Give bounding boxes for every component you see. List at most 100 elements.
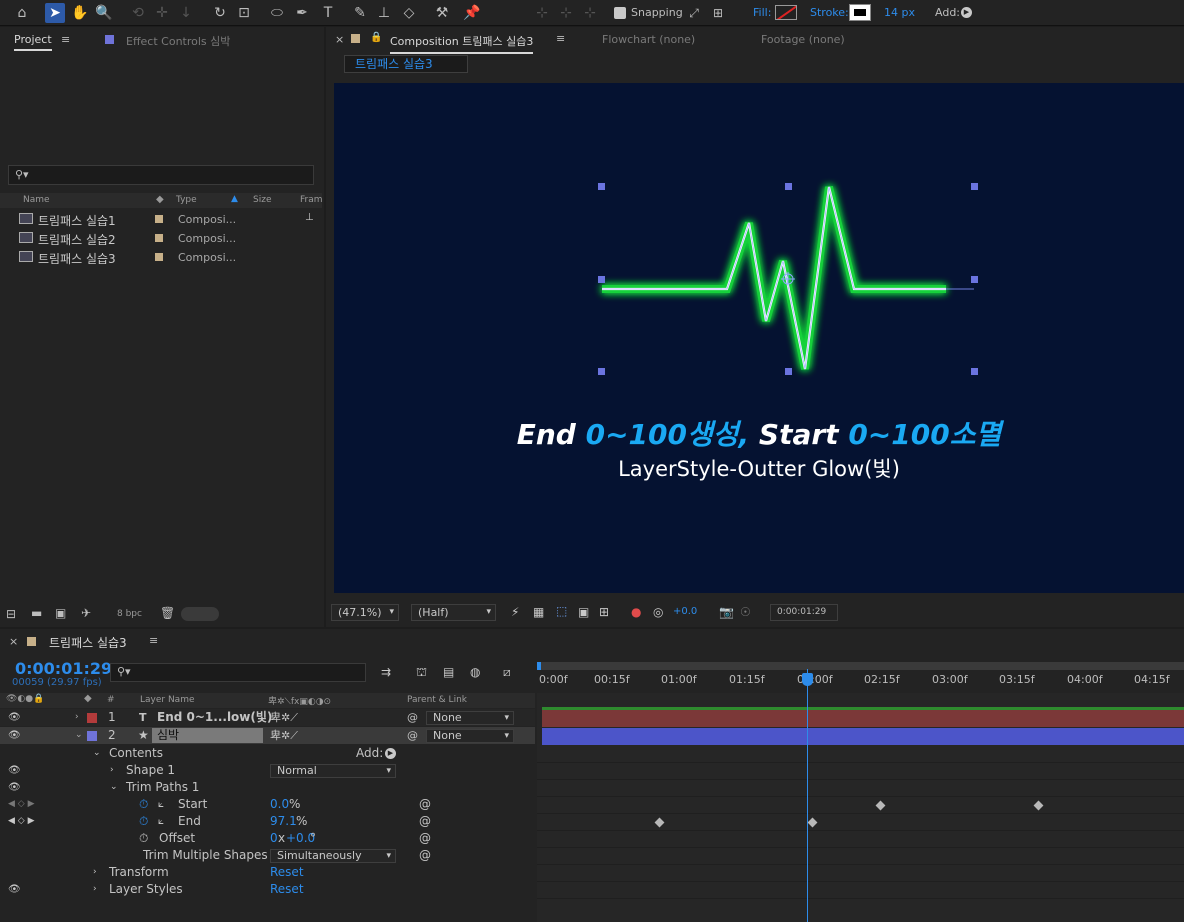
trash-icon[interactable]: 🗑 (160, 606, 175, 620)
column-parent[interactable]: Parent & Link (407, 695, 467, 705)
chevron-right-icon[interactable]: › (93, 864, 97, 881)
eye-icon[interactable]: 👁 (8, 779, 21, 796)
pan-behind-icon[interactable]: ⊡ (234, 3, 254, 23)
stopwatch-icon[interactable]: ⏱ (139, 830, 148, 847)
timecode-display[interactable]: 0:00:01:29 (770, 604, 838, 621)
shy-layers-icon[interactable]: ⛫ (416, 665, 427, 681)
add-menu-icon[interactable]: ▶ (385, 748, 396, 759)
tab-composition[interactable]: Composition 트림패스 실습3 (390, 33, 534, 54)
roto-brush-icon[interactable]: ⚒ (432, 3, 452, 23)
expression-pickwhip-icon[interactable]: @ (419, 813, 431, 830)
parent-dropdown[interactable]: None ▾ (426, 711, 514, 725)
start-value[interactable]: 0.0 (270, 796, 289, 813)
tab-footage[interactable]: Footage (none) (761, 33, 845, 46)
chevron-down-icon[interactable]: ⌄ (93, 745, 101, 762)
interpret-footage-icon[interactable]: ⊟ (6, 607, 16, 621)
keyframe-nav-icon[interactable]: ◀ ◇ ▶ (8, 796, 35, 813)
timeline-tracks[interactable] (537, 693, 1184, 922)
comp-breadcrumb[interactable]: 트림패스 실습3 (344, 55, 468, 73)
zoom-dropdown[interactable]: (47.1%) ▾ (331, 604, 399, 621)
work-area-start-handle[interactable] (537, 662, 541, 670)
new-folder-icon[interactable]: ▬ (31, 606, 42, 620)
property-transform[interactable]: › Transform Reset (0, 864, 535, 881)
new-composition-icon[interactable]: ▣ (55, 606, 66, 620)
current-time[interactable]: 0:00:01:29 (15, 659, 112, 678)
trim-multiple-dropdown[interactable]: Simultaneously ▾ (270, 849, 396, 863)
search-input[interactable]: ⚲▾ (8, 165, 314, 185)
blend-mode-dropdown[interactable]: Normal ▾ (270, 764, 396, 778)
work-area-bar[interactable] (537, 662, 1184, 670)
fill-swatch[interactable] (775, 5, 797, 20)
frame-blending-icon[interactable]: ▤ (443, 665, 454, 679)
snapshot-icon[interactable]: 📷 (719, 605, 734, 619)
eye-icon[interactable]: 👁 (8, 762, 21, 779)
chevron-right-icon[interactable]: › (93, 881, 97, 898)
label-color-chip[interactable] (87, 713, 97, 723)
project-item[interactable]: 트림패스 실습3 Composi... (0, 249, 322, 267)
eye-icon[interactable]: 👁 (8, 709, 21, 726)
fast-previews-icon[interactable]: ⚡ (511, 605, 519, 619)
brush-tool-icon[interactable]: ✎ (350, 3, 370, 23)
transform-reset-link[interactable]: Reset (270, 864, 304, 881)
mask-visibility-icon[interactable]: ⬚ (556, 604, 567, 618)
comp-flowchart-icon[interactable]: ⇉ (381, 665, 391, 679)
selection-tool-icon[interactable]: ➤ (45, 3, 65, 23)
orbit-camera-icon[interactable]: ⟲ (128, 3, 148, 23)
layer-name[interactable]: End 0~1...low(빛) (157, 709, 272, 726)
project-item[interactable]: 트림패스 실습2 Composi... (0, 230, 322, 248)
motion-blur-icon[interactable]: ◍ (470, 665, 480, 679)
eye-icon[interactable]: 👁 (8, 881, 21, 898)
pick-whip-icon[interactable]: @ (407, 727, 418, 744)
pan-camera-icon[interactable]: ✛ (152, 3, 172, 23)
thumbnail-slider[interactable] (181, 607, 219, 621)
type-tool-icon[interactable]: T (318, 3, 338, 23)
stopwatch-icon[interactable]: ⏱ (139, 796, 148, 813)
layer-switches[interactable]: 卑✲⟋ (270, 709, 298, 726)
parent-dropdown[interactable]: None ▾ (426, 729, 514, 743)
layer-bar-2[interactable] (542, 728, 1184, 745)
panel-menu-icon[interactable]: ≡ (61, 33, 70, 46)
exposure-value[interactable]: +0.0 (673, 606, 697, 617)
graph-icon[interactable]: ⟀ (158, 813, 164, 830)
pick-whip-icon[interactable]: @ (407, 709, 418, 726)
layer-switches[interactable]: 卑✲⟋ (270, 727, 298, 744)
property-contents[interactable]: ⌄ Contents Add: ▶ (0, 745, 535, 762)
region-of-interest-icon[interactable]: ▣ (578, 605, 589, 619)
stroke-width-value[interactable]: 14 px (884, 6, 915, 20)
playhead-line[interactable] (807, 669, 808, 922)
keyframe-nav-icon[interactable]: ◀ ◇ ▶ (8, 813, 35, 830)
dolly-camera-icon[interactable]: ↓ (176, 3, 196, 23)
property-end[interactable]: ◀ ◇ ▶ ⏱ ⟀ End 97.1 % @ (0, 813, 535, 830)
layer-styles-reset-link[interactable]: Reset (270, 881, 304, 898)
pen-tool-icon[interactable]: ✒ (292, 3, 312, 23)
switches-icon[interactable]: 卑✲⟍fx▣◐◑⊙ (268, 694, 331, 707)
property-start[interactable]: ◀ ◇ ▶ ⏱ ⟀ Start 0.0 % @ (0, 796, 535, 813)
column-layer-name[interactable]: Layer Name (140, 695, 195, 705)
chevron-right-icon[interactable]: › (75, 709, 79, 726)
channels-icon[interactable]: ● (631, 605, 641, 619)
property-layer-styles[interactable]: 👁 › Layer Styles Reset (0, 881, 535, 898)
column-frame[interactable]: Fram (300, 195, 323, 205)
show-snapshot-icon[interactable]: ☉ (740, 605, 751, 619)
stroke-swatch[interactable] (849, 4, 871, 21)
chevron-down-icon[interactable]: ⌄ (75, 727, 83, 744)
expression-pickwhip-icon[interactable]: @ (419, 830, 431, 847)
render-queue-icon[interactable]: ✈ (81, 606, 91, 620)
offset-revolutions[interactable]: 0 (270, 830, 278, 847)
graph-icon[interactable]: ⟀ (158, 796, 164, 813)
hand-tool-icon[interactable]: ✋ (70, 3, 90, 23)
chevron-down-icon[interactable]: ⌄ (110, 779, 118, 796)
stopwatch-icon[interactable]: ⏱ (139, 813, 148, 830)
tab-project[interactable]: Project (14, 33, 52, 51)
axis-world-icon[interactable]: ⊹ (556, 3, 576, 23)
property-trim-multiple[interactable]: Trim Multiple Shapes Simultaneously ▾ @ (0, 847, 535, 864)
tab-flowchart[interactable]: Flowchart (none) (602, 33, 695, 46)
rotate-tool-icon[interactable]: ↻ (210, 3, 230, 23)
graph-editor-icon[interactable]: ⧄ (503, 665, 511, 680)
clone-stamp-icon[interactable]: ⊥ (374, 3, 394, 23)
property-offset[interactable]: ⏱ Offset 0 x +0.0 ° @ (0, 830, 535, 847)
color-depth-value[interactable]: 8 bpc (117, 609, 142, 619)
close-icon[interactable]: × (335, 33, 344, 46)
resolution-dropdown[interactable]: (Half) ▾ (411, 604, 496, 621)
comp-viewer[interactable]: End 0~100생성, Start 0~100소멸 LayerStyle-Ou… (334, 83, 1184, 593)
